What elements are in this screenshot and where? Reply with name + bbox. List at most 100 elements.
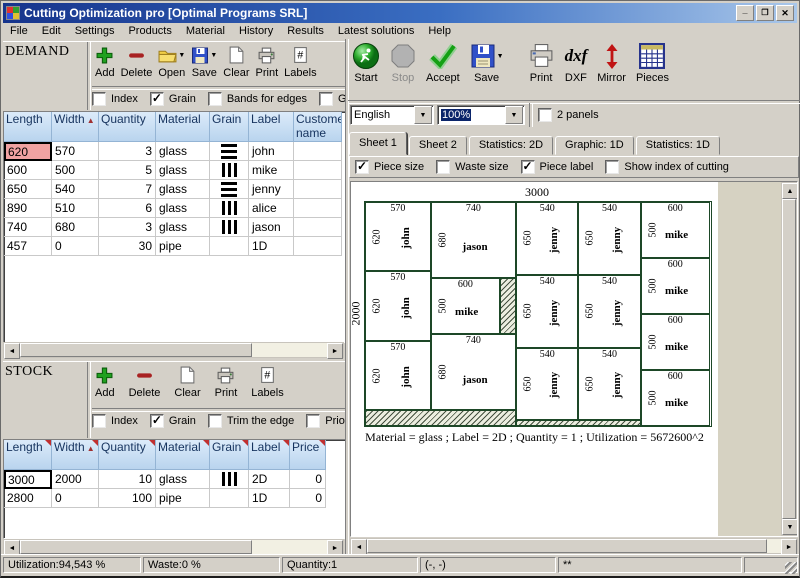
cell[interactable]: 1D (249, 237, 294, 256)
cell[interactable]: mike (249, 161, 294, 180)
cell[interactable]: 740 (4, 218, 52, 237)
cell[interactable]: 30 (99, 237, 156, 256)
cell[interactable]: glass (156, 199, 210, 218)
cell[interactable] (294, 218, 342, 237)
cell[interactable] (210, 161, 249, 180)
checkbox-bands-for-edges[interactable]: Bands for edges (208, 92, 307, 106)
column-header-customer-name[interactable]: Customer name (294, 112, 342, 142)
tab-statistics-2d[interactable]: Statistics: 2D (469, 136, 553, 155)
scroll-up-button[interactable] (782, 183, 798, 199)
cell[interactable] (210, 470, 249, 489)
scrollbar-thumb[interactable] (20, 540, 252, 554)
cell[interactable]: 0 (290, 470, 326, 489)
start-button[interactable]: Start (350, 40, 382, 85)
menu-item-latest-solutions[interactable]: Latest solutions (331, 24, 421, 38)
menu-item-products[interactable]: Products (121, 24, 178, 38)
checkbox-grinding[interactable]: Grinding (319, 92, 345, 106)
stop-button[interactable]: Stop (388, 40, 418, 85)
labels-button[interactable]: # Labels (248, 363, 286, 400)
print-solution-button[interactable]: Print (526, 40, 557, 85)
checkbox-box[interactable] (306, 414, 320, 428)
cell[interactable]: 540 (52, 180, 99, 199)
cell[interactable]: 0 (52, 237, 99, 256)
cell[interactable]: 7 (99, 180, 156, 199)
cell[interactable]: glass (156, 161, 210, 180)
close-button[interactable] (776, 5, 794, 21)
zoom-combobox[interactable]: 100% ▼ (437, 105, 525, 125)
checkbox-box[interactable] (605, 160, 619, 174)
cell[interactable]: 2D (249, 470, 290, 489)
scrollbar-thumb[interactable] (20, 343, 252, 357)
cell[interactable]: 1D (249, 489, 290, 508)
scrollbar-track[interactable] (252, 540, 327, 554)
cell[interactable]: jason (249, 218, 294, 237)
checkbox-index[interactable]: Index (92, 414, 138, 428)
column-header-grain[interactable]: Grain (210, 440, 249, 470)
checkbox-priority[interactable]: Priority (306, 414, 345, 428)
canvas-hscrollbar[interactable] (350, 538, 798, 554)
scrollbar-track[interactable] (767, 539, 781, 553)
menu-item-settings[interactable]: Settings (68, 24, 122, 38)
cutting-canvas[interactable]: 3000 2000 570620john570620john570620john… (350, 181, 798, 537)
tab-sheet-1[interactable]: Sheet 1 (349, 132, 407, 155)
checkbox-piece-label[interactable]: Piece label (521, 160, 594, 174)
checkbox-box[interactable] (92, 414, 106, 428)
cell[interactable] (294, 199, 342, 218)
menu-item-edit[interactable]: Edit (35, 24, 68, 38)
cell[interactable] (210, 237, 249, 256)
add-button[interactable]: Add (92, 43, 118, 80)
checkbox-grain[interactable]: Grain (150, 92, 196, 106)
checkbox-grain[interactable]: Grain (150, 414, 196, 428)
checkbox-box[interactable] (355, 160, 369, 174)
cell[interactable]: 570 (52, 142, 99, 161)
column-header-quantity[interactable]: Quantity (99, 440, 156, 470)
print-button[interactable]: Print (212, 363, 241, 400)
cell[interactable]: 0 (290, 489, 326, 508)
checkbox-box[interactable] (436, 160, 450, 174)
checkbox-box[interactable] (538, 108, 552, 122)
dropdown-arrow-icon[interactable]: ▼ (210, 52, 217, 59)
cell[interactable]: 5 (99, 161, 156, 180)
tab-sheet-2[interactable]: Sheet 2 (409, 136, 467, 155)
column-header-grain[interactable]: Grain (210, 112, 249, 142)
column-header-label[interactable]: Label (249, 440, 290, 470)
stock-table-hscrollbar[interactable] (3, 539, 344, 555)
cell[interactable]: alice (249, 199, 294, 218)
column-header-price[interactable]: Price (290, 440, 326, 470)
column-header-width[interactable]: Width (52, 112, 99, 142)
tab-graphic-1d[interactable]: Graphic: 1D (555, 136, 634, 155)
cell[interactable]: 680 (52, 218, 99, 237)
column-header-width[interactable]: Width (52, 440, 99, 470)
scrollbar-thumb[interactable] (367, 539, 767, 553)
dropdown-arrow-icon[interactable]: ▼ (178, 52, 185, 59)
cell[interactable]: 890 (4, 199, 52, 218)
demand-table-hscrollbar[interactable] (3, 342, 344, 358)
canvas-vscrollbar[interactable] (781, 182, 797, 536)
checkbox-box[interactable] (150, 92, 164, 106)
delete-button[interactable]: Delete (118, 43, 156, 80)
checkbox-box[interactable] (208, 92, 222, 106)
menu-item-help[interactable]: Help (421, 24, 458, 38)
scroll-left-button[interactable] (4, 343, 20, 359)
mirror-button[interactable]: Mirror (595, 40, 628, 85)
checkbox-piece-size[interactable]: Piece size (355, 160, 424, 174)
checkbox-box[interactable] (208, 414, 222, 428)
chevron-down-icon[interactable]: ▼ (505, 106, 523, 124)
column-header-label[interactable]: Label (249, 112, 294, 142)
checkbox-box[interactable] (92, 92, 106, 106)
menu-item-history[interactable]: History (232, 24, 280, 38)
cell[interactable] (210, 489, 249, 508)
add-button[interactable]: Add (92, 363, 118, 400)
cell[interactable]: glass (156, 470, 210, 489)
dropdown-arrow-icon[interactable]: ▼ (497, 53, 504, 60)
open-button[interactable]: ▼ Open (155, 43, 188, 80)
cell[interactable]: 500 (52, 161, 99, 180)
scroll-right-button[interactable] (327, 343, 343, 359)
checkbox-box[interactable] (150, 414, 164, 428)
title-bar[interactable]: Cutting Optimization pro [Optimal Progra… (3, 3, 797, 23)
checkbox-show-index-of-cutting[interactable]: Show index of cutting (605, 160, 729, 174)
cell[interactable]: 0 (52, 489, 99, 508)
cell[interactable]: 650 (4, 180, 52, 199)
cell[interactable]: john (249, 142, 294, 161)
cell[interactable]: 100 (99, 489, 156, 508)
